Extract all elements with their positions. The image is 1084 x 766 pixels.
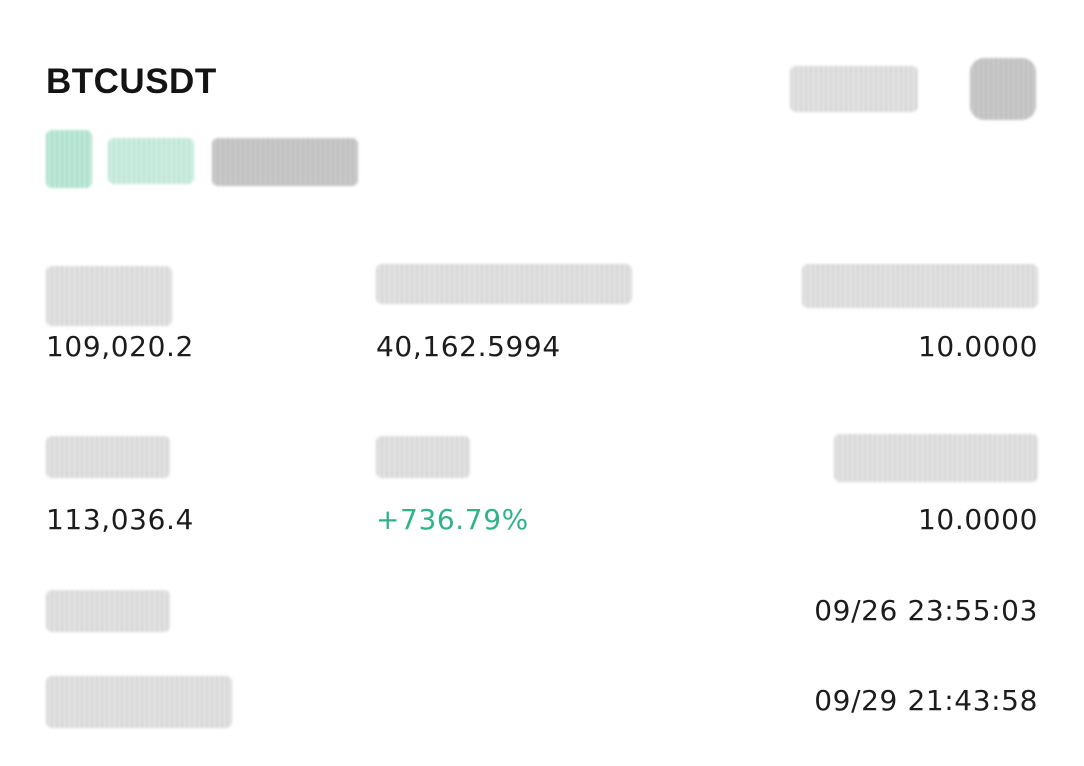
position-detail-card: BTCUSDT 109,020.2 40,162.5994 10.0000 11… xyxy=(0,0,1084,766)
label-close-time xyxy=(46,676,232,728)
label-pnl xyxy=(376,264,632,304)
label-open-price xyxy=(46,266,172,326)
symbol-title: BTCUSDT xyxy=(46,62,217,101)
label-roi xyxy=(376,436,470,478)
value-open-price: 109,020.2 xyxy=(46,330,194,363)
label-open-time xyxy=(46,590,170,632)
value-roi: +736.79% xyxy=(376,503,529,536)
value-pnl: 40,162.5994 xyxy=(376,330,561,363)
value-close-time: 09/29 21:43:58 xyxy=(814,684,1038,717)
label-close-price xyxy=(46,436,170,478)
mode-tag xyxy=(212,138,358,186)
label-position-size xyxy=(802,264,1038,308)
obscured-header-text xyxy=(790,66,918,112)
value-position-size: 10.0000 xyxy=(918,330,1038,363)
leverage-tag xyxy=(108,138,194,184)
label-closed-size xyxy=(834,434,1038,482)
value-closed-size: 10.0000 xyxy=(918,503,1038,536)
value-open-time: 09/26 23:55:03 xyxy=(814,594,1038,627)
avatar-icon[interactable] xyxy=(970,58,1036,120)
value-close-price: 113,036.4 xyxy=(46,503,194,536)
direction-tag xyxy=(46,130,92,188)
